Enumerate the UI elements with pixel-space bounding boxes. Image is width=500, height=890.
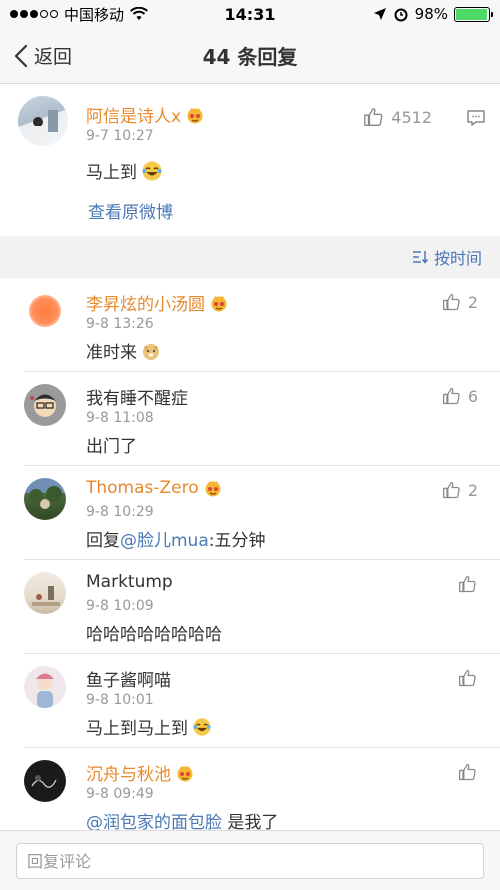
back-button[interactable]: 返回 xyxy=(0,42,72,69)
avatar[interactable] xyxy=(18,96,68,146)
view-original-weibo-link[interactable]: 查看原微博 xyxy=(88,198,173,223)
thumbs-up-icon xyxy=(458,574,478,594)
avatar[interactable] xyxy=(24,760,66,802)
reply-list: 李昇炫的小汤圆 9-8 13:26 准时来 2 我有睡不醒症 9-8 11:08… xyxy=(0,278,500,840)
user-name[interactable]: 沉舟与秋池 xyxy=(86,760,195,785)
thumbs-up-icon xyxy=(458,668,478,688)
like-count: 6 xyxy=(467,386,478,406)
list-item[interactable]: 李昇炫的小汤圆 9-8 13:26 准时来 2 xyxy=(24,278,500,372)
avatar[interactable] xyxy=(24,572,66,614)
battery-level xyxy=(456,8,488,20)
like-button[interactable] xyxy=(458,668,478,688)
avatar[interactable] xyxy=(24,478,66,520)
like-button[interactable]: 2 xyxy=(442,292,478,312)
alarm-icon xyxy=(394,8,408,22)
wifi-icon xyxy=(130,7,148,20)
page-title: 44 条回复 xyxy=(202,45,298,69)
thumbs-up-icon xyxy=(442,480,462,500)
sort-label: 按时间 xyxy=(433,249,482,268)
list-item[interactable]: 沉舟与秋池 9-8 09:49 @润包家的面包脸 是我了 xyxy=(24,748,500,840)
back-label: 返回 xyxy=(34,46,73,68)
battery-percent: 98% xyxy=(414,5,448,23)
sort-icon xyxy=(412,251,428,264)
carrier-label: 中国移动 xyxy=(64,5,125,24)
user-name[interactable]: Marktump xyxy=(86,572,173,592)
list-item[interactable]: 我有睡不醒症 9-8 11:08 出门了 6 xyxy=(24,372,500,466)
list-item[interactable]: Thomas-Zero 9-8 10:29 回复@脸儿mua:五分钟 2 xyxy=(24,466,500,560)
laughing-crying-emoji-icon xyxy=(142,161,162,180)
like-button[interactable]: 4512 xyxy=(363,106,432,128)
like-count: 2 xyxy=(467,292,478,312)
reply-bar xyxy=(0,830,500,890)
like-button[interactable] xyxy=(458,762,478,782)
comment-time: 9-8 10:01 xyxy=(86,692,154,708)
user-name[interactable]: 我有睡不醒症 xyxy=(86,384,188,409)
comment-content: 哈哈哈哈哈哈哈哈 xyxy=(86,625,222,645)
laughing-crying-emoji-icon xyxy=(193,717,211,736)
list-item[interactable]: Marktump 9-8 10:09 哈哈哈哈哈哈哈哈 xyxy=(24,560,500,654)
thumbs-up-icon xyxy=(363,106,385,128)
like-button[interactable]: 2 xyxy=(442,480,478,500)
battery-icon xyxy=(454,6,493,22)
user-name[interactable]: Thomas-Zero xyxy=(86,478,223,498)
avatar[interactable] xyxy=(24,384,66,426)
like-count: 4512 xyxy=(391,107,432,127)
thumbs-up-icon xyxy=(442,386,462,406)
comment-time: 9-7 10:27 xyxy=(86,128,154,144)
comment-icon[interactable] xyxy=(466,108,486,128)
comment-content: 准时来 xyxy=(86,338,161,363)
like-button[interactable]: 6 xyxy=(442,386,478,406)
user-name[interactable]: 鱼子酱啊喵 xyxy=(86,666,171,691)
doge-emoji-icon xyxy=(143,343,159,360)
reply-comment-input[interactable] xyxy=(16,843,484,879)
vip-crown-icon xyxy=(209,294,229,312)
vip-crown-icon xyxy=(203,479,223,497)
sort-by-time-button[interactable]: 按时间 xyxy=(0,236,500,278)
comment-content: 出门了 xyxy=(86,437,137,457)
navigation-bar: 返回 44 条回复 xyxy=(0,28,500,84)
user-name[interactable]: 阿信是诗人x xyxy=(86,102,205,127)
status-bar: 中国移动 14:31 98% xyxy=(0,0,500,28)
location-icon xyxy=(373,8,386,20)
comment-content: 马上到马上到 xyxy=(86,714,212,739)
list-item[interactable]: 鱼子酱啊喵 9-8 10:01 马上到马上到 xyxy=(24,654,500,748)
comment-content: 回复@脸儿mua:五分钟 xyxy=(86,531,266,551)
thumbs-up-icon xyxy=(458,762,478,782)
avatar[interactable] xyxy=(24,666,66,708)
original-comment: 阿信是诗人x 9-7 10:27 马上到 4512 查看原微博 xyxy=(0,84,500,236)
avatar[interactable] xyxy=(24,290,66,332)
comment-time: 9-8 13:26 xyxy=(86,316,154,332)
vip-crown-icon xyxy=(185,106,205,124)
comment-time: 9-8 09:49 xyxy=(86,786,154,802)
user-name[interactable]: 李昇炫的小汤圆 xyxy=(86,290,229,315)
signal-strength-icon xyxy=(10,10,58,18)
chevron-left-icon xyxy=(14,44,28,67)
comment-time: 9-8 10:09 xyxy=(86,598,154,614)
like-count: 2 xyxy=(467,480,478,500)
vip-crown-icon xyxy=(175,764,195,782)
comment-time: 9-8 10:29 xyxy=(86,504,154,520)
thumbs-up-icon xyxy=(442,292,462,312)
comment-content: 马上到 xyxy=(86,158,163,183)
comment-time: 9-8 11:08 xyxy=(86,410,154,426)
like-button[interactable] xyxy=(458,574,478,594)
mention-link[interactable]: @脸儿mua xyxy=(120,531,209,551)
